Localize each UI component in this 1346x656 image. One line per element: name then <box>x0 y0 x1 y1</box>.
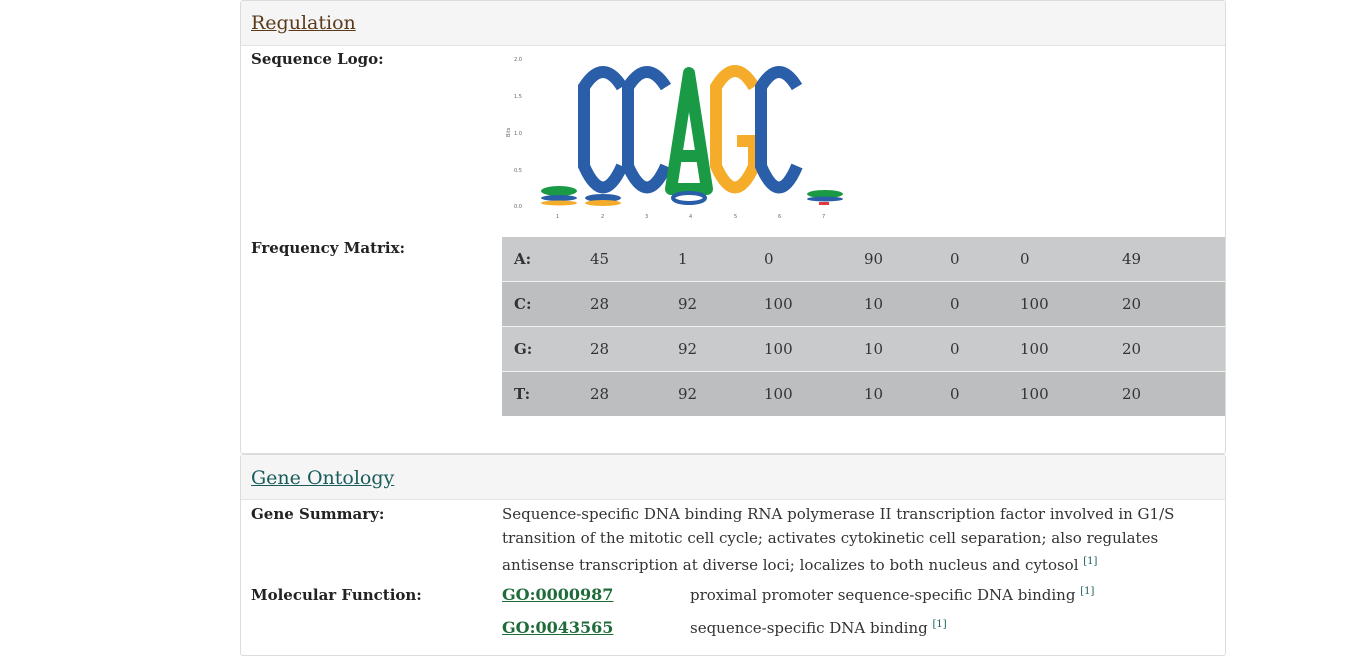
gene-summary-ref-link[interactable]: [1] <box>1083 556 1097 567</box>
gene-summary-label: Gene Summary: <box>251 505 385 523</box>
matrix-cell: 0 <box>950 326 1020 372</box>
regulation-header: Regulation <box>241 1 1225 46</box>
matrix-cell: 0 <box>764 237 864 282</box>
logo-pos1-c <box>541 195 577 201</box>
matrix-cell: 100 <box>764 371 864 416</box>
matrix-base: G: <box>502 326 590 372</box>
logo-pos8-c <box>807 196 843 202</box>
go-term-desc-text: proximal promoter sequence-specific DNA … <box>690 586 1076 604</box>
logo-tick-1.5: 1.5 <box>514 94 522 100</box>
molecular-function-label: Molecular Function: <box>251 586 422 604</box>
matrix-cell: 45 <box>590 237 678 282</box>
sequence-logo: 2.0 1.5 1.0 0.5 0.0 Bits 1 2 3 4 5 6 7 <box>506 57 843 220</box>
gene-ontology-title-link[interactable]: Gene Ontology <box>251 467 394 489</box>
matrix-cell: 92 <box>678 281 764 327</box>
matrix-base: T: <box>502 371 590 416</box>
logo-pos1-g <box>541 200 577 206</box>
matrix-cell: 90 <box>864 237 950 282</box>
logo-pos4-c <box>622 66 672 194</box>
gene-ontology-panel: Gene Ontology Gene Summary: Sequence-spe… <box>240 454 1226 656</box>
logo-y-label: Bits <box>506 127 512 137</box>
matrix-cell: 10 <box>864 371 950 416</box>
logo-x-4: 4 <box>689 214 692 220</box>
go-term-desc-text: sequence-specific DNA binding <box>690 619 928 637</box>
matrix-cell: 10 <box>864 281 950 327</box>
frequency-matrix-table: A: 45 1 0 90 0 0 49 C: 28 92 100 10 0 10… <box>502 237 1225 416</box>
matrix-row-g: G: 28 92 100 10 0 100 20 <box>502 326 1225 372</box>
matrix-cell: 100 <box>1020 281 1122 327</box>
logo-x-6: 6 <box>778 214 781 220</box>
logo-tick-0.5: 0.5 <box>514 168 522 174</box>
logo-x-7: 7 <box>822 214 825 220</box>
sequence-logo-label: Sequence Logo: <box>251 50 384 68</box>
go-term-ref-link[interactable]: [1] <box>1080 586 1094 597</box>
logo-pos2-g <box>585 200 621 206</box>
go-term-desc: sequence-specific DNA binding [1] <box>690 619 947 637</box>
go-term-desc: proximal promoter sequence-specific DNA … <box>690 586 1094 604</box>
logo-tick-2.0: 2.0 <box>514 57 522 63</box>
matrix-cell: 100 <box>764 281 864 327</box>
logo-x-1: 1 <box>556 214 559 220</box>
matrix-base: A: <box>502 237 590 282</box>
matrix-base: C: <box>502 281 590 327</box>
matrix-row-c: C: 28 92 100 10 0 100 20 <box>502 281 1225 327</box>
matrix-cell: 28 <box>590 281 678 327</box>
matrix-row-t: T: 28 92 100 10 0 100 20 <box>502 371 1225 416</box>
matrix-cell: 0 <box>950 237 1020 282</box>
logo-pos3-c <box>578 66 628 194</box>
frequency-matrix-label: Frequency Matrix: <box>251 239 406 257</box>
logo-tick-0.0: 0.0 <box>514 204 522 210</box>
matrix-cell: 28 <box>590 326 678 372</box>
matrix-cell: 10 <box>864 326 950 372</box>
gene-summary-body: Sequence-specific DNA binding RNA polyme… <box>502 505 1175 574</box>
matrix-cell: 100 <box>764 326 864 372</box>
go-term-link[interactable]: GO:0000987 <box>502 585 613 604</box>
matrix-cell: 0 <box>950 371 1020 416</box>
matrix-cell: 100 <box>1020 371 1122 416</box>
regulation-panel: Regulation Sequence Logo: 2.0 1.5 1.0 0.… <box>240 0 1226 454</box>
logo-pos7-c <box>755 66 803 194</box>
regulation-title-link[interactable]: Regulation <box>251 12 356 34</box>
matrix-cell: 28 <box>590 371 678 416</box>
logo-x-3: 3 <box>645 214 648 220</box>
matrix-cell: 0 <box>1020 237 1122 282</box>
gene-ontology-header: Gene Ontology <box>241 455 1225 500</box>
matrix-row-a: A: 45 1 0 90 0 0 49 <box>502 237 1225 282</box>
matrix-cell: 92 <box>678 371 764 416</box>
logo-pos8-t <box>819 202 829 205</box>
logo-x-5: 5 <box>734 214 737 220</box>
matrix-cell: 0 <box>950 281 1020 327</box>
matrix-cell: 100 <box>1020 326 1122 372</box>
gene-summary-text: Sequence-specific DNA binding RNA polyme… <box>502 502 1224 577</box>
logo-pos5-c <box>671 191 707 205</box>
matrix-cell: 1 <box>678 237 764 282</box>
logo-tick-1.0: 1.0 <box>514 131 522 137</box>
go-term-ref-link[interactable]: [1] <box>933 619 947 630</box>
logo-pos5-a <box>665 67 713 195</box>
logo-pos6-g <box>710 65 760 194</box>
logo-pos1-a <box>541 186 577 196</box>
matrix-cell: 20 <box>1122 371 1225 416</box>
matrix-cell: 49 <box>1122 237 1225 282</box>
matrix-cell: 92 <box>678 326 764 372</box>
go-term-link[interactable]: GO:0043565 <box>502 618 613 637</box>
matrix-cell: 20 <box>1122 281 1225 327</box>
matrix-cell: 20 <box>1122 326 1225 372</box>
logo-x-2: 2 <box>601 214 604 220</box>
